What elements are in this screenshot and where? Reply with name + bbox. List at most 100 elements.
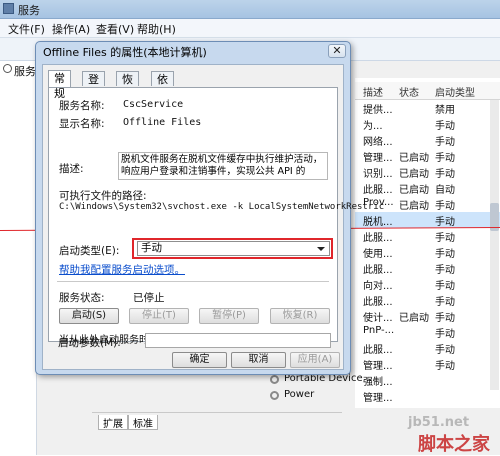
services-app-icon: [3, 3, 14, 14]
view-tabs: 扩展 标准: [92, 412, 342, 431]
row-startup-type: 手动: [435, 345, 455, 356]
services-window-title: 服务: [18, 4, 40, 17]
watermark-site: jb51.net: [408, 415, 470, 430]
col-startup-type[interactable]: 启动类型: [435, 84, 475, 99]
menu-bar: 文件(F) 操作(A) 查看(V) 帮助(H): [0, 19, 500, 38]
vertical-scrollbar[interactable]: [490, 100, 499, 390]
ok-button[interactable]: 确定: [172, 352, 227, 368]
row-description: 此服...: [363, 345, 393, 356]
table-row[interactable]: 向对... 手动: [355, 276, 500, 292]
apply-button[interactable]: 应用(A): [290, 352, 340, 368]
service-name-label: 服务名称:: [59, 100, 105, 112]
row-description: 识别...: [363, 169, 393, 180]
row-description: 脱机...: [363, 217, 393, 228]
tab-extended[interactable]: 扩展: [98, 415, 128, 430]
table-row[interactable]: 此服... 已启动 自动: [355, 180, 500, 196]
row-status: 已启动: [399, 313, 429, 324]
close-button[interactable]: ✕: [328, 44, 346, 58]
tab-general[interactable]: 常规: [48, 70, 71, 100]
table-row[interactable]: 管理... 手动: [355, 356, 500, 372]
col-description[interactable]: 描述: [363, 84, 383, 99]
services-titlebar: 服务: [0, 0, 500, 19]
table-row[interactable]: 使计... 已启动 手动: [355, 308, 500, 324]
tab-dependencies[interactable]: 依存关系: [151, 71, 174, 131]
menu-view[interactable]: 查看(V): [96, 21, 134, 37]
row-startup-type: 手动: [435, 297, 455, 308]
cancel-button[interactable]: 取消: [231, 352, 286, 368]
row-description: 提供...: [363, 105, 393, 116]
row-startup-type: 手动: [435, 233, 455, 244]
row-startup-type: 手动: [435, 121, 455, 132]
properties-dialog: Offline Files 的属性(本地计算机) ✕ 常规 登录 恢复 依存关系…: [35, 41, 384, 375]
row-description: 管理...: [363, 393, 393, 404]
exe-path-label: 可执行文件的路径:: [59, 190, 147, 202]
tab-standard[interactable]: 标准: [128, 415, 158, 430]
start-button[interactable]: 启动(S): [59, 308, 119, 324]
description-box[interactable]: 脱机文件服务在脱机文件缓存中执行维护活动，响应用户登录和注销事件，实现公共 AP…: [118, 152, 328, 180]
stop-button[interactable]: 停止(T): [129, 308, 189, 324]
table-row[interactable]: 此服... 手动: [355, 260, 500, 276]
row-status: 已启动: [399, 185, 429, 196]
row-status: 已启动: [399, 201, 429, 212]
row-startup-type: 手动: [435, 361, 455, 372]
row-status: 已启动: [399, 153, 429, 164]
nav-item-services[interactable]: 服务: [14, 63, 36, 79]
service-name-value: CscService: [123, 99, 184, 110]
row-description: 强制...: [363, 377, 393, 388]
row-startup-type: 手动: [435, 249, 455, 260]
row-description: 此服...: [363, 297, 393, 308]
left-nav-tree: 服务: [0, 61, 37, 455]
table-row[interactable]: Power 管理...: [270, 388, 500, 404]
table-row[interactable]: 提供... 禁用: [355, 100, 500, 116]
row-description: 为...: [363, 121, 383, 132]
display-name-value: Offline Files: [123, 117, 202, 128]
tab-recovery[interactable]: 恢复: [116, 71, 139, 101]
row-startup-type: 手动: [435, 265, 455, 276]
gear-icon: [270, 375, 279, 384]
tab-logon[interactable]: 登录: [82, 71, 105, 101]
menu-file[interactable]: 文件(F): [8, 21, 45, 37]
general-tab-panel: 服务名称: CscService 显示名称: Offline Files 描述:…: [48, 87, 384, 346]
row-startup-type: 禁用: [435, 105, 455, 116]
table-row[interactable]: 为... 手动: [355, 116, 500, 132]
table-row[interactable]: 脱机... 手动: [355, 212, 500, 228]
table-row[interactable]: 管理... 已启动 手动: [355, 148, 500, 164]
gear-icon: [270, 391, 279, 400]
pause-button[interactable]: 暂停(P): [199, 308, 259, 324]
table-row[interactable]: 识别... 已启动 手动: [355, 164, 500, 180]
table-row[interactable]: 此服... 手动: [355, 292, 500, 308]
row-description: 管理...: [363, 153, 393, 164]
table-row[interactable]: PnP-... 手动: [355, 324, 500, 340]
row-startup-type: 自动: [435, 185, 455, 196]
display-name-label: 显示名称:: [59, 118, 105, 130]
start-params-label: 启动参数(M):: [58, 337, 121, 349]
table-row[interactable]: 此服... 手动: [355, 228, 500, 244]
section-divider: [57, 281, 329, 282]
resume-button[interactable]: 恢复(R): [270, 308, 330, 324]
table-row[interactable]: 使用... 手动: [355, 244, 500, 260]
service-status-label: 服务状态:: [59, 292, 105, 304]
dialog-client-area: 常规 登录 恢复 依存关系 服务名称: CscService 显示名称: Off…: [42, 64, 384, 370]
row-startup-type: 手动: [435, 281, 455, 292]
row-description: PnP-...: [363, 325, 395, 336]
start-params-input[interactable]: [145, 333, 331, 348]
menu-help[interactable]: 帮助(H): [137, 21, 176, 37]
close-icon: ✕: [332, 44, 342, 57]
row-startup-type: 手动: [435, 153, 455, 164]
services-list-header: 描述 状态 启动类型: [355, 82, 500, 100]
annotation-highlight-box: [132, 238, 333, 259]
help-link[interactable]: 帮助我配置服务启动选项。: [59, 262, 185, 277]
dialog-title: Offline Files 的属性(本地计算机): [43, 46, 207, 59]
menu-action[interactable]: 操作(A): [52, 21, 90, 37]
col-status[interactable]: 状态: [399, 84, 419, 99]
row-description: 向对...: [363, 281, 393, 292]
table-row[interactable]: 此服... 手动: [355, 340, 500, 356]
table-row[interactable]: 网络... 手动: [355, 132, 500, 148]
row-description: 此服...: [363, 265, 393, 276]
row-description: 此服...: [363, 185, 393, 196]
watermark-logo-text: 脚本之家: [418, 434, 490, 455]
row-name: Power: [284, 389, 315, 400]
row-description: 此服...: [363, 233, 393, 244]
row-startup-type: 手动: [435, 201, 455, 212]
row-status: 已启动: [399, 169, 429, 180]
